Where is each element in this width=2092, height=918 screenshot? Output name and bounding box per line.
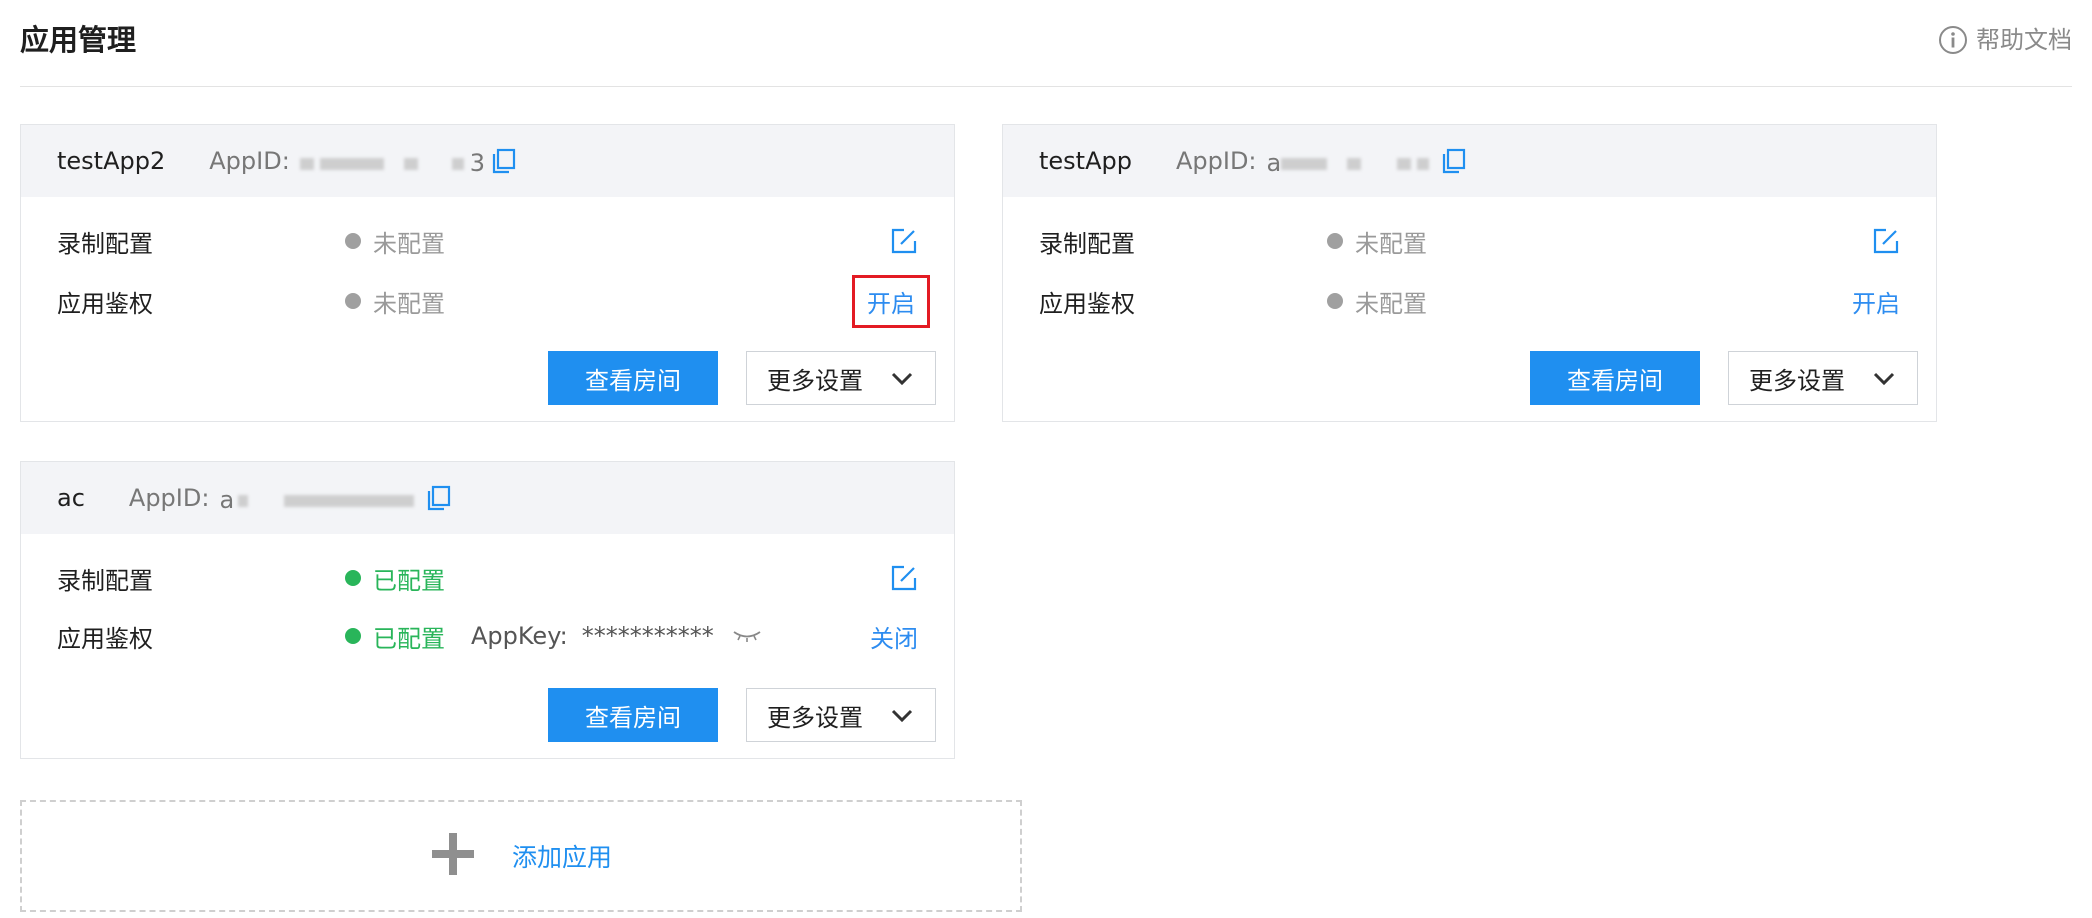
more-settings-dropdown[interactable]: 更多设置 [746, 351, 936, 405]
chevron-down-icon [891, 364, 913, 392]
status-dot [1327, 233, 1343, 249]
status-indicator: 未配置 [1327, 284, 1427, 319]
edit-icon[interactable] [890, 227, 918, 255]
edit-icon[interactable] [890, 564, 918, 592]
plus-icon [430, 831, 476, 881]
add-app-label: 添加应用 [511, 843, 612, 872]
card-actions: 查看房间 更多设置 [1530, 351, 1918, 405]
config-row-auth: 应用鉴权 已配置 AppKey: *********** 关闭 [57, 616, 918, 656]
row-label: 应用鉴权 [57, 289, 153, 318]
add-app-button[interactable]: 添加应用 [20, 800, 1022, 912]
config-row-recording: 录制配置 未配置 [1039, 221, 1900, 261]
appid-label: AppID: [128, 484, 210, 512]
status-indicator: 已配置 [345, 619, 445, 654]
masked-segment [451, 158, 464, 170]
page-title: 应用管理 [20, 23, 137, 57]
view-rooms-button[interactable]: 查看房间 [548, 688, 718, 742]
more-settings-dropdown[interactable]: 更多设置 [1728, 351, 1918, 405]
more-settings-dropdown[interactable]: 更多设置 [746, 688, 936, 742]
masked-segment [403, 158, 418, 170]
app-card-ac: ac AppID: a 录制配置 已配置 应用鉴权 已配置 AppKey: **… [20, 461, 955, 759]
masked-segment [319, 158, 384, 170]
eye-closed-icon[interactable] [732, 629, 762, 643]
row-label: 录制配置 [57, 566, 153, 595]
status-dot [345, 570, 361, 586]
appid-label: AppID: [209, 147, 290, 175]
more-settings-label: 更多设置 [767, 366, 863, 395]
status-indicator: 未配置 [345, 284, 445, 319]
row-label: 应用鉴权 [57, 624, 153, 653]
disable-auth-link[interactable]: 关闭 [870, 619, 918, 654]
status-indicator: 未配置 [1327, 224, 1427, 259]
view-rooms-button[interactable]: 查看房间 [548, 351, 718, 405]
card-header: testApp AppID: a [1003, 125, 1936, 197]
more-settings-label: 更多设置 [767, 703, 863, 732]
row-label: 录制配置 [57, 229, 153, 258]
config-row-auth: 应用鉴权 未配置 开启 [57, 274, 930, 328]
masked-segment [284, 495, 415, 507]
card-header: testApp2 AppID: 3 [21, 125, 954, 197]
chevron-down-icon [1873, 364, 1895, 392]
more-settings-label: 更多设置 [1749, 366, 1845, 395]
masked-segment [1397, 158, 1412, 170]
status-indicator: 已配置 [345, 561, 445, 596]
appid-visible-char: 3 [469, 149, 486, 177]
appid-value-masked: a [219, 486, 420, 514]
status-indicator: 未配置 [345, 224, 445, 259]
copy-icon[interactable] [491, 148, 517, 174]
copy-icon[interactable] [1441, 148, 1467, 174]
app-name: testApp2 [57, 147, 166, 175]
app-name: ac [57, 484, 85, 512]
masked-segment [1417, 158, 1430, 170]
info-icon [1938, 25, 1968, 55]
masked-segment [1281, 158, 1328, 170]
card-actions: 查看房间 更多设置 [548, 688, 936, 742]
app-name: testApp [1039, 147, 1132, 175]
status-text: 未配置 [1355, 229, 1427, 258]
enable-auth-link[interactable]: 开启 [1852, 284, 1900, 319]
card-header: ac AppID: a [21, 462, 954, 534]
enable-auth-link[interactable]: 开启 [852, 274, 930, 328]
masked-segment [1347, 158, 1362, 170]
masked-segment [238, 495, 249, 507]
card-actions: 查看房间 更多设置 [548, 351, 936, 405]
appid-label: AppID: [1175, 147, 1257, 175]
header-divider [20, 86, 2072, 87]
appid-value-masked: 3 [299, 149, 485, 177]
masked-segment [299, 158, 314, 170]
help-docs-label: 帮助文档 [1976, 26, 2072, 54]
appid-value-masked: a [1267, 149, 1436, 177]
status-dot [345, 233, 361, 249]
row-label: 录制配置 [1039, 229, 1135, 258]
chevron-down-icon [891, 701, 913, 729]
appid-visible-char: a [1266, 149, 1282, 177]
appkey-label: AppKey: [471, 622, 568, 650]
status-dot [1327, 293, 1343, 309]
app-card-testApp2: testApp2 AppID: 3 录制配置 未配置 应用鉴权 未配置 开启 查… [20, 124, 955, 422]
appkey-value: *********** [581, 622, 714, 650]
status-dot [345, 628, 361, 644]
row-label: 应用鉴权 [1039, 289, 1135, 318]
appkey-display: AppKey: *********** [471, 622, 762, 650]
appid-visible-char: a [219, 486, 235, 514]
config-row-recording: 录制配置 未配置 [57, 221, 918, 261]
view-rooms-button[interactable]: 查看房间 [1530, 351, 1700, 405]
status-text: 已配置 [373, 566, 445, 595]
status-text: 未配置 [1355, 289, 1427, 318]
status-text: 已配置 [373, 624, 445, 653]
copy-icon[interactable] [426, 485, 452, 511]
config-row-auth: 应用鉴权 未配置 开启 [1039, 281, 1900, 321]
status-text: 未配置 [373, 229, 445, 258]
app-card-testApp: testApp AppID: a 录制配置 未配置 应用鉴权 未配置 开启 查看… [1002, 124, 1937, 422]
config-row-recording: 录制配置 已配置 [57, 558, 918, 598]
edit-icon[interactable] [1872, 227, 1900, 255]
status-dot [345, 293, 361, 309]
status-text: 未配置 [373, 289, 445, 318]
help-docs-link[interactable]: 帮助文档 [1938, 22, 2072, 58]
